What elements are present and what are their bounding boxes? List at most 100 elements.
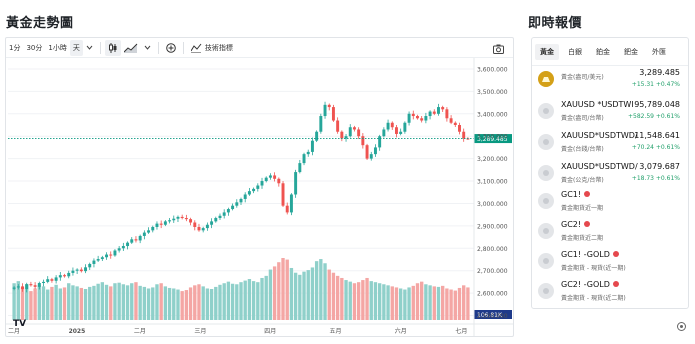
- price-axis: 3,600.000 3,500.000 3,400.000 3,300.000 3,20…: [473, 58, 508, 336]
- candle-body: [462, 131, 466, 139]
- quote-row[interactable]: GC2! 黃金期貨近二期: [532, 220, 688, 246]
- coin-icon: [538, 283, 554, 299]
- candlestick-style-button[interactable]: [104, 39, 121, 56]
- volume-bar: [205, 288, 210, 320]
- quote-row[interactable]: GC2! -GOLD 黃金期貨 - 現貨(近二期): [532, 280, 688, 306]
- screenshot-button[interactable]: [490, 41, 507, 57]
- candle-body: [407, 113, 411, 123]
- volume-bar: [319, 259, 323, 320]
- candle-body: [252, 188, 256, 192]
- quotes-panel: 黃金 白銀 鉑金 鈀金 外匯 黃金(盎司/美元) 3,289.485 +15.31 …: [531, 37, 689, 309]
- interval-1m-button[interactable]: 1分: [6, 40, 23, 56]
- volume-bar: [327, 269, 331, 320]
- candle-body: [105, 254, 109, 258]
- candle-body: [16, 286, 20, 288]
- tab-platinum[interactable]: 鉑金: [591, 44, 615, 60]
- volume-bar: [41, 286, 46, 320]
- volume-bar: [424, 284, 428, 320]
- candle-body: [285, 205, 289, 213]
- candle-body: [281, 183, 285, 206]
- time-tick-label: 四月: [264, 328, 276, 335]
- indicators-button[interactable]: 技術指標: [188, 40, 236, 56]
- price-tick-label: 2,500.000: [477, 313, 508, 320]
- candle-body: [113, 250, 117, 256]
- volume-bar: [436, 286, 441, 320]
- candle-body: [130, 239, 134, 243]
- candle-body: [424, 116, 428, 121]
- tab-forex[interactable]: 外匯: [647, 44, 671, 60]
- chart-type-dropdown[interactable]: [141, 40, 154, 56]
- volume-bar: [125, 285, 130, 320]
- candle-body: [247, 191, 251, 195]
- candle-body: [25, 284, 29, 290]
- volume-bar: [352, 283, 357, 320]
- quote-row[interactable]: 黃金(盎司/美元) 3,289.485 +15.31 +0.47%: [532, 68, 688, 94]
- candle-body: [210, 221, 214, 225]
- volume-bar: [260, 277, 264, 320]
- tab-palladium[interactable]: 鈀金: [619, 44, 643, 60]
- toolbar-divider: [157, 41, 159, 54]
- price-chart[interactable]: 3,289.485106.81K 3,600.000 3,500.000 3,400…: [6, 58, 514, 337]
- candle-body: [12, 287, 16, 289]
- volume-bar: [159, 283, 163, 320]
- candle-body: [96, 259, 100, 261]
- quote-row[interactable]: GC1! 黃金期貨近一期: [532, 190, 688, 216]
- volume-bar: [104, 284, 109, 320]
- quote-symbol: XAUUSD*USDTWD/: [561, 131, 638, 140]
- candle-body: [138, 235, 142, 241]
- volume-bar: [419, 281, 424, 320]
- candles: [12, 101, 470, 293]
- volume-bar: [193, 285, 197, 320]
- candle-body: [63, 275, 66, 277]
- volume-bar: [197, 284, 201, 320]
- candle-body: [382, 129, 386, 137]
- quote-symbol: GC1! -GOLD: [561, 250, 619, 259]
- quote-description: 黃金(公克/台幣): [561, 177, 604, 184]
- quote-row[interactable]: XAUUSD*USDTWD/黃金(台錢/台幣) 11,548.641 +70.24 …: [532, 131, 688, 157]
- price-tick-label: 2,600.000: [477, 291, 508, 298]
- volume-bar: [335, 275, 340, 320]
- candle-body: [336, 120, 340, 132]
- candle-body: [256, 185, 260, 189]
- volume-bar: [239, 282, 243, 320]
- candle-body: [134, 239, 138, 241]
- candle-body: [273, 175, 277, 179]
- coin-icon: [538, 223, 554, 239]
- quote-row[interactable]: XAUUSD*USDTWD/黃金(公克/台幣) 3,079.687 +18.73 +…: [532, 162, 688, 188]
- candle-body: [428, 111, 432, 117]
- candle-body: [201, 228, 205, 231]
- candle-body: [243, 194, 247, 199]
- quote-row[interactable]: XAUUSD *USDTWI 黃金(盎司/台幣) 95,789.048 +582.59…: [532, 100, 688, 126]
- candle-body: [147, 230, 151, 233]
- quote-change: +582.59 +0.61%: [627, 113, 680, 120]
- volume-bar: [58, 288, 63, 320]
- quote-row[interactable]: GC1! -GOLD 黃金期貨 - 現貨(近一期): [532, 250, 688, 276]
- candle-body: [21, 286, 24, 290]
- candle-body: [71, 270, 75, 273]
- tab-gold[interactable]: 黃金: [535, 43, 559, 60]
- candle-body: [231, 205, 235, 210]
- candle-body: [54, 277, 58, 281]
- interval-day-button[interactable]: 天: [69, 39, 83, 56]
- interval-1h-button[interactable]: 1小時: [45, 40, 69, 56]
- chart-toolbar: 1分 30分 1小時 天 技術指標: [6, 38, 513, 58]
- volume-bar: [109, 286, 113, 320]
- candle-body: [214, 218, 218, 222]
- volume-bar: [180, 291, 184, 320]
- interval-30m-button[interactable]: 30分: [23, 40, 45, 56]
- coin-icon: [538, 103, 554, 119]
- tab-silver[interactable]: 白銀: [563, 44, 587, 60]
- settings-icon[interactable]: [676, 321, 687, 332]
- volume-bar: [218, 284, 222, 320]
- interval-dropdown-button[interactable]: [83, 40, 96, 56]
- volume-bar: [403, 289, 407, 320]
- volume-bar: [130, 283, 134, 320]
- candle-body: [100, 257, 104, 260]
- quotes-title: 即時報價: [528, 16, 583, 31]
- gold-bar-icon: [538, 71, 554, 87]
- compare-button[interactable]: [163, 40, 179, 56]
- bar-style-button[interactable]: [121, 40, 141, 56]
- price-tick-label: 3,100.000: [477, 179, 508, 186]
- volume-bar: [33, 288, 37, 320]
- tradingview-logo[interactable]: TV: [13, 319, 26, 329]
